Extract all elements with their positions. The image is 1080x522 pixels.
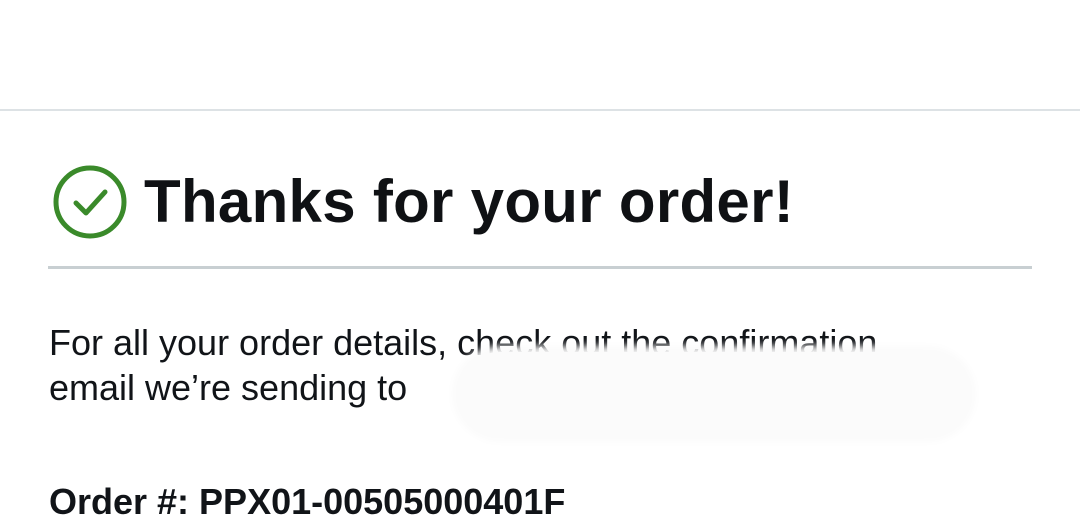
order-number: Order #: PPX01-00505000401F xyxy=(49,481,566,522)
confirmation-heading: Thanks for your order! xyxy=(52,164,794,240)
header-area xyxy=(0,0,1080,109)
section-divider xyxy=(48,266,1032,269)
page-title: Thanks for your order! xyxy=(144,168,795,235)
redacted-email xyxy=(458,352,970,436)
message-line-2: email we’re sending to xyxy=(49,367,408,408)
check-circle-icon xyxy=(53,165,127,239)
header-divider xyxy=(0,109,1080,111)
